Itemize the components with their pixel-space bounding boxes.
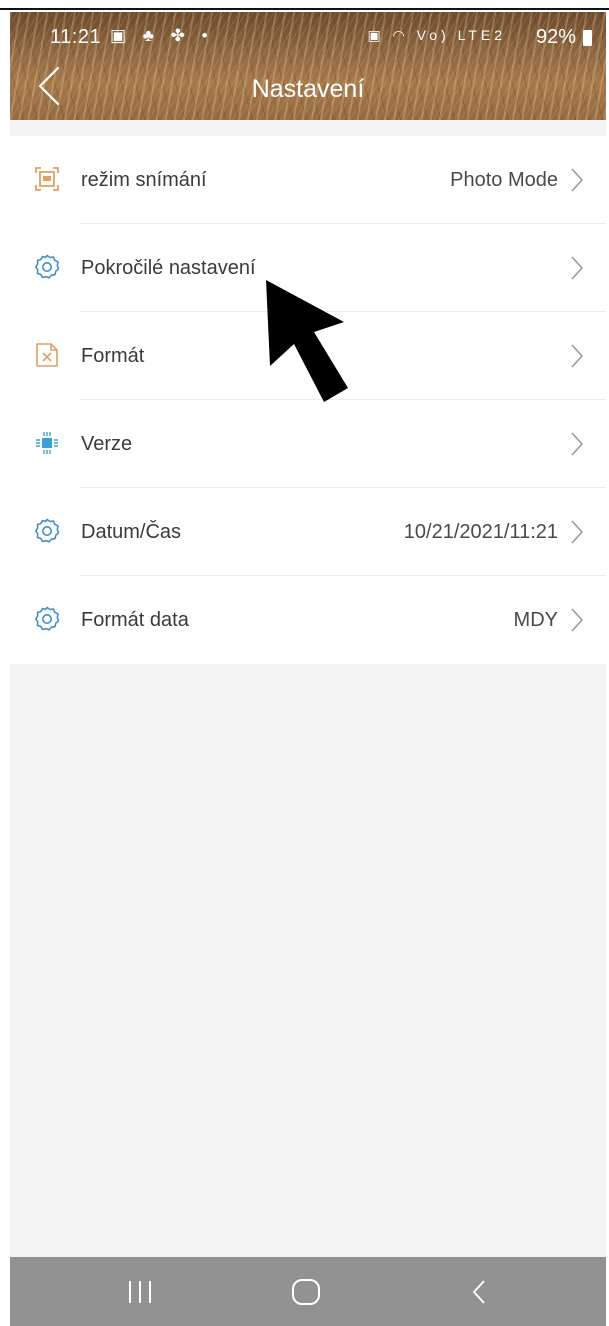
header: 11:21 ▣ ♣ ✤ • ▣ ◠ Vo) LTE2 92% Nastavení <box>10 12 606 120</box>
setting-label: režim snímání <box>81 169 207 191</box>
setting-value: Photo Mode <box>450 169 558 191</box>
setting-value: 10/21/2021/11:21 <box>403 521 558 543</box>
gear-icon <box>34 606 60 632</box>
app-screen: 11:21 ▣ ♣ ✤ • ▣ ◠ Vo) LTE2 92% Nastavení <box>10 12 606 1326</box>
status-time: 11:21 <box>50 26 102 48</box>
notification-icons: ▣ ♣ ✤ • <box>110 26 214 45</box>
nav-bar: Nastavení <box>10 56 606 120</box>
signal-icons: ▣ ◠ Vo) LTE2 <box>367 27 506 43</box>
pointer-arrow-icon <box>260 280 350 410</box>
gear-icon <box>34 254 60 280</box>
recent-apps-button[interactable] <box>90 1257 190 1326</box>
gear-icon <box>34 518 60 544</box>
system-back-button[interactable] <box>422 1257 522 1326</box>
format-file-icon <box>34 342 60 368</box>
setting-row-version[interactable]: Verze <box>10 400 606 488</box>
chevron-right-icon <box>570 167 584 193</box>
setting-label: Datum/Čas <box>81 521 182 543</box>
capture-mode-icon <box>34 166 60 192</box>
setting-row-datetime[interactable]: Datum/Čas 10/21/2021/11:21 <box>10 488 606 576</box>
status-bar: 11:21 ▣ ♣ ✤ • ▣ ◠ Vo) LTE2 92% <box>10 12 606 56</box>
setting-label: Formát data <box>81 609 189 631</box>
page-title: Nastavení <box>251 75 365 103</box>
back-icon <box>472 1280 485 1304</box>
home-button[interactable] <box>258 1257 358 1326</box>
setting-label: Formát <box>81 345 145 367</box>
system-navigation-bar <box>10 1257 606 1326</box>
chevron-right-icon <box>570 343 584 369</box>
screenshot-top-border <box>0 0 609 10</box>
battery-icon <box>583 30 592 46</box>
setting-row-date-format[interactable]: Formát data MDY <box>10 576 606 664</box>
setting-value: MDY <box>513 609 558 631</box>
battery-level: 92% <box>535 26 576 48</box>
chip-icon <box>34 430 60 456</box>
chevron-right-icon <box>570 607 584 633</box>
home-icon <box>292 1279 320 1305</box>
recent-apps-icon <box>129 1281 151 1303</box>
chevron-right-icon <box>570 255 584 281</box>
chevron-right-icon <box>570 431 584 457</box>
setting-row-capture-mode[interactable]: režim snímání Photo Mode <box>10 136 606 224</box>
setting-label: Verze <box>81 433 133 455</box>
setting-label: Pokročilé nastavení <box>81 257 256 279</box>
chevron-right-icon <box>570 519 584 545</box>
